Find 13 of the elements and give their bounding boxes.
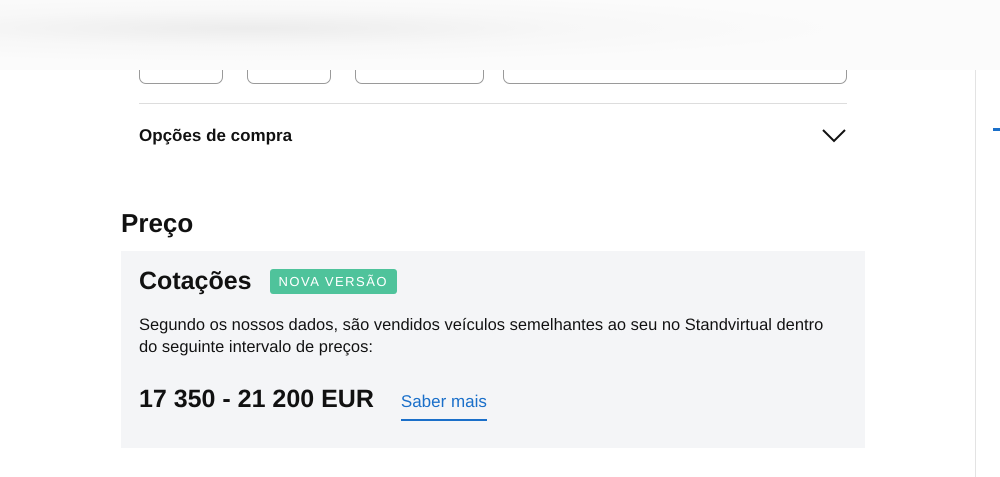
option-button[interactable] (247, 70, 331, 84)
input-field[interactable] (503, 70, 847, 84)
purchase-options-toggle[interactable]: Opções de compra (139, 104, 847, 168)
price-range: 17 350 - 21 200 EUR (139, 385, 374, 414)
card-title: Cotações (139, 267, 252, 296)
section-title: Preço (121, 208, 194, 239)
option-button[interactable] (355, 70, 484, 84)
description-text: Segundo os nossos dados, são vendidos veículos semelhantes ao seu no Standvirtual dentro do seguinte intervalo de preços: (139, 315, 824, 358)
option-button[interactable] (139, 70, 223, 84)
new-version-badge: NOVA VERSÃO (270, 269, 398, 294)
rail-indicator (993, 128, 1000, 131)
learn-more-link[interactable]: Saber mais (400, 384, 487, 421)
chevron-icon (821, 128, 847, 144)
